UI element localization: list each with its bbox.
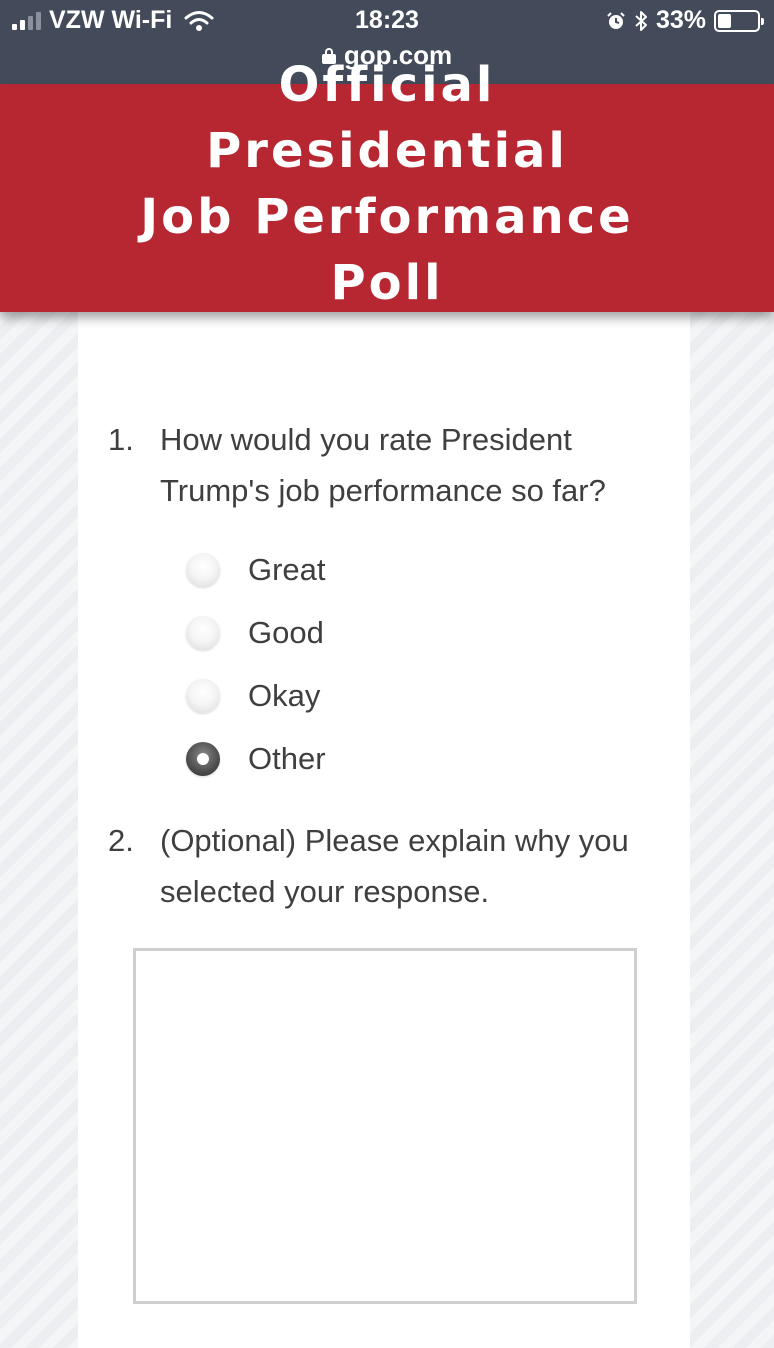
question-number: 2. bbox=[108, 823, 134, 858]
bluetooth-icon bbox=[635, 10, 647, 31]
radio-button[interactable] bbox=[186, 616, 220, 650]
title-line-2: Job Performance bbox=[140, 189, 634, 245]
title-line-3: Poll bbox=[330, 255, 444, 311]
option-label: Great bbox=[248, 552, 326, 587]
alarm-icon bbox=[607, 11, 625, 29]
option-okay[interactable]: Okay bbox=[186, 676, 320, 716]
option-label: Other bbox=[248, 741, 326, 776]
option-label: Good bbox=[248, 615, 324, 650]
question-1: 1. How would you rate President Trump's … bbox=[108, 414, 668, 524]
poll-banner: Official Presidential Job Performance Po… bbox=[0, 57, 774, 312]
page-title: Official Presidential Job Performance Po… bbox=[107, 52, 667, 316]
question-number: 1. bbox=[108, 422, 134, 457]
title-line-1: Official Presidential bbox=[206, 57, 568, 179]
status-right: 33% bbox=[606, 6, 764, 35]
battery-percent: 33% bbox=[655, 6, 706, 34]
option-label: Okay bbox=[248, 678, 321, 713]
radio-button[interactable] bbox=[186, 553, 220, 587]
question-2: 2. (Optional) Please explain why you sel… bbox=[108, 815, 668, 925]
option-good[interactable]: Good bbox=[186, 613, 324, 653]
question-text: (Optional) Please explain why you select… bbox=[160, 823, 629, 909]
radio-button-selected[interactable] bbox=[186, 742, 220, 776]
battery-icon bbox=[714, 9, 764, 32]
explanation-textarea[interactable] bbox=[133, 948, 637, 1304]
option-great[interactable]: Great bbox=[186, 550, 326, 590]
question-text: How would you rate President Trump's job… bbox=[160, 422, 606, 508]
option-other[interactable]: Other bbox=[186, 739, 326, 779]
radio-button[interactable] bbox=[186, 679, 220, 713]
